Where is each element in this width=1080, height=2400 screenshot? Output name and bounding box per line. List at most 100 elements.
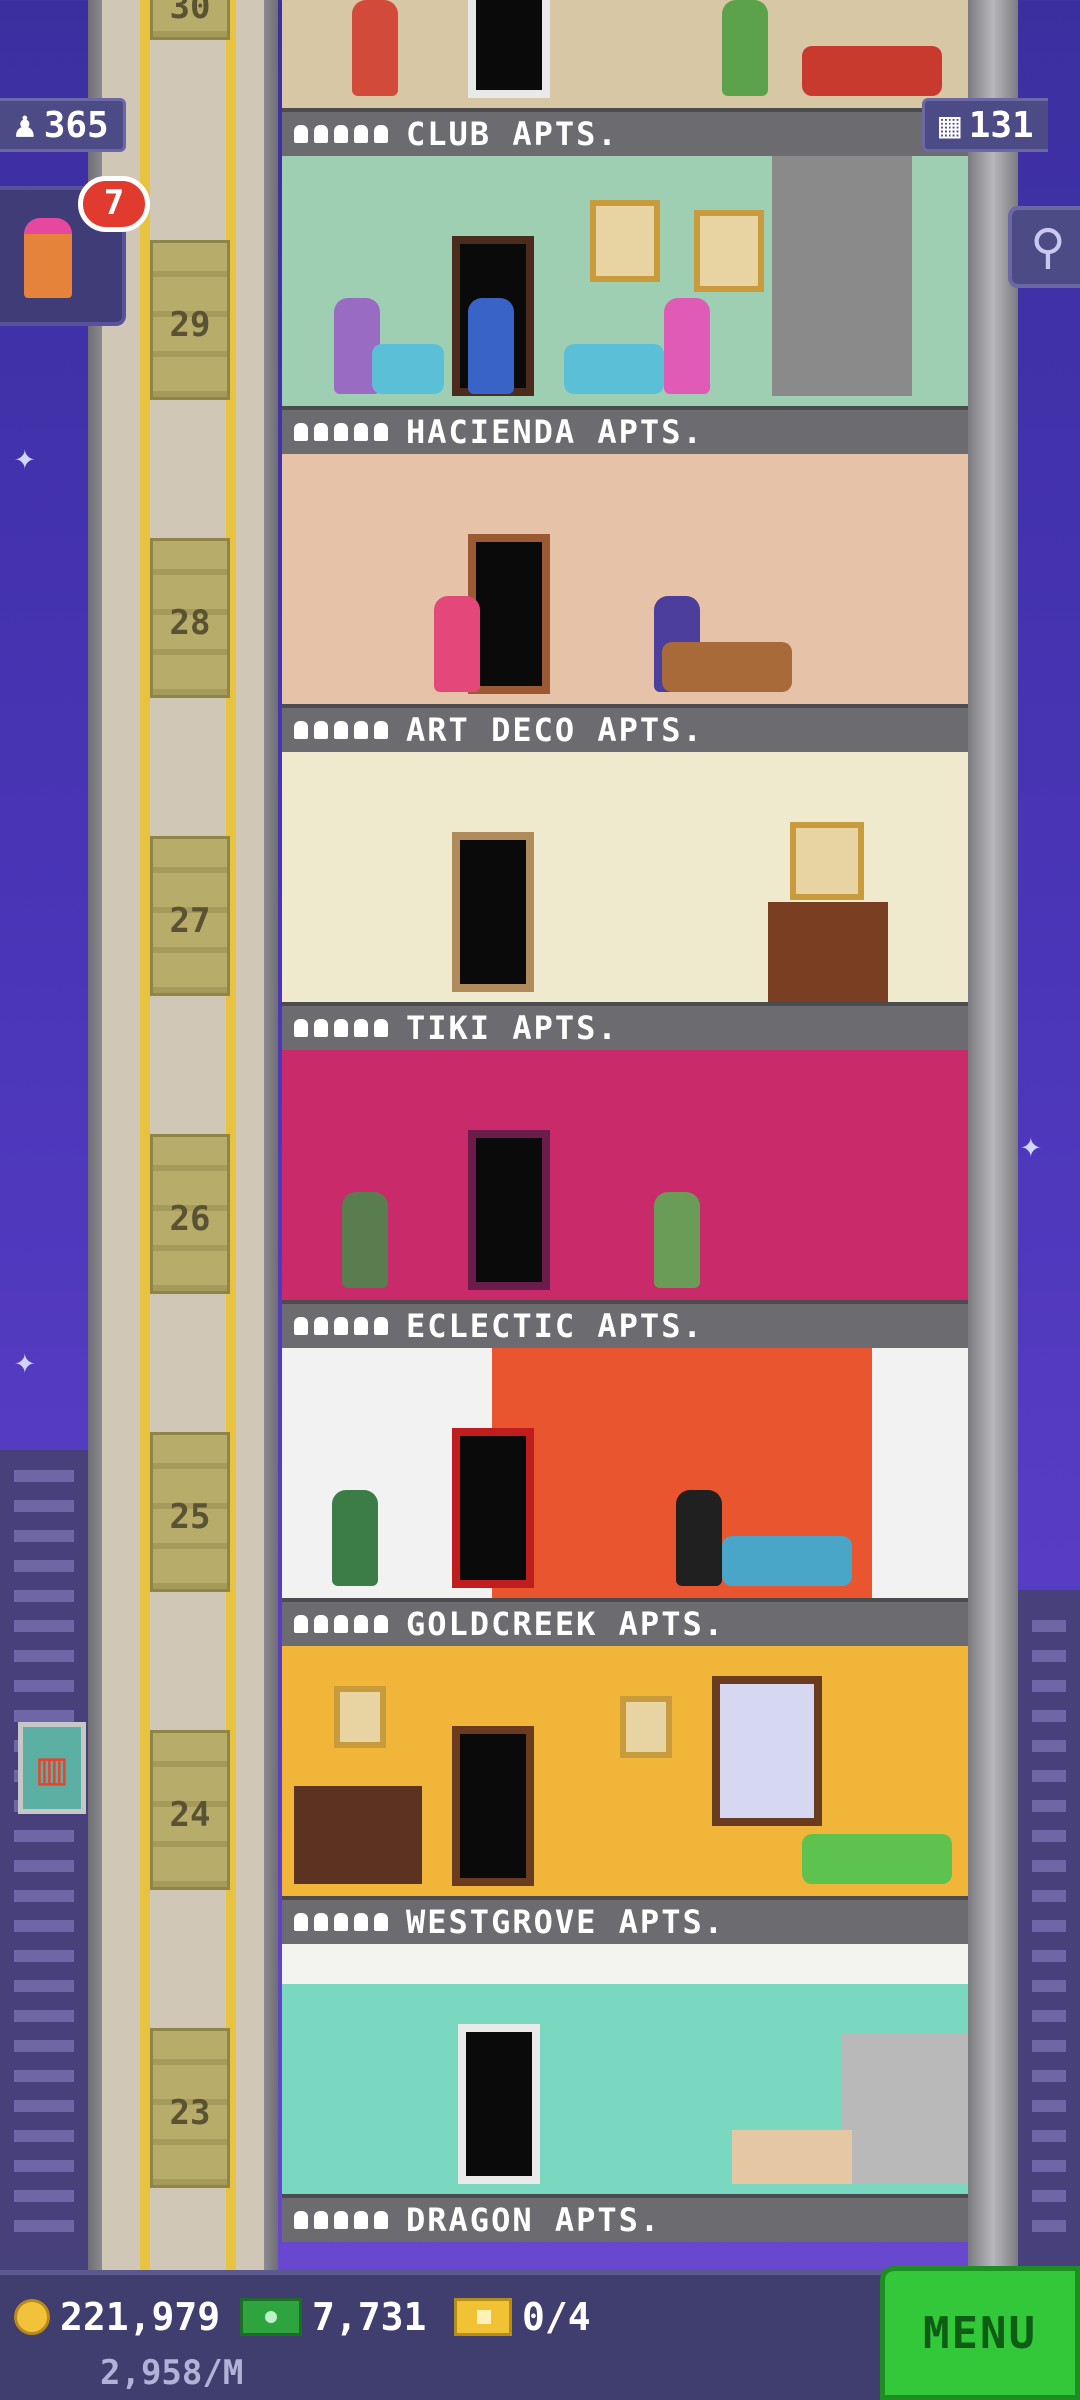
resident-sprite[interactable] <box>332 1490 378 1586</box>
background-building <box>1018 1590 1080 2270</box>
tickets-stat[interactable]: 0/4 <box>454 2295 591 2339</box>
ceiling <box>282 1944 968 1984</box>
promo-button[interactable]: ▥ <box>18 1722 86 1814</box>
tower-right-wall <box>968 0 1018 2270</box>
room-door[interactable] <box>468 534 550 694</box>
floor-24-westgrove[interactable]: WESTGROVE APTS. <box>282 1646 968 1944</box>
elevator-floor-marker: 23 <box>150 2028 230 2188</box>
floor-name: CLUB APTS. <box>406 115 619 153</box>
population-value: 365 <box>43 104 109 146</box>
resident-sprite[interactable] <box>722 0 768 96</box>
resident-sprite[interactable] <box>468 298 514 394</box>
room-interior <box>282 0 968 108</box>
room-door[interactable] <box>452 1726 534 1886</box>
occupancy-icons <box>294 1913 388 1931</box>
wall-art <box>790 822 864 900</box>
occupancy-icons <box>294 125 388 143</box>
room-door[interactable] <box>468 1130 550 1290</box>
armchair <box>372 344 444 394</box>
bux-stat[interactable]: 7,731 <box>240 2295 426 2339</box>
armchair <box>564 344 664 394</box>
room-interior <box>282 1050 968 1300</box>
room-door[interactable] <box>468 0 550 98</box>
tv-set <box>294 1786 422 1884</box>
floor-number: 25 <box>169 1497 211 1537</box>
population-counter[interactable]: ♟ 365 <box>0 98 126 152</box>
bux-value: 7,731 <box>312 2295 427 2339</box>
wall-portrait <box>694 210 764 292</box>
magnifier-icon: ⚲ <box>1030 219 1066 275</box>
floor-28-art-deco[interactable]: ART DECO APTS. <box>282 454 968 752</box>
room-interior <box>282 752 968 1002</box>
floor-27-tiki[interactable]: TIKI APTS. <box>282 752 968 1050</box>
elevator-floor-marker: 26 <box>150 1134 230 1294</box>
floor-name: ECLECTIC APTS. <box>406 1307 704 1345</box>
floor-label-bar: ART DECO APTS. <box>282 704 968 752</box>
floor-name: TIKI APTS. <box>406 1009 619 1047</box>
sofa <box>802 1834 952 1884</box>
wall-portrait <box>590 200 660 282</box>
floor-label-bar: ECLECTIC APTS. <box>282 1300 968 1348</box>
elevator-floor-marker: 24 <box>150 1730 230 1890</box>
occupancy-icons <box>294 1317 388 1335</box>
floor-name: HACIENDA APTS. <box>406 413 704 451</box>
floor-number: 30 <box>169 0 211 27</box>
elevator-rail <box>140 0 150 2270</box>
fireplace <box>768 902 888 1002</box>
room-door[interactable] <box>452 1428 534 1588</box>
floor-25-goldcreek[interactable]: GOLDCREEK APTS. <box>282 1348 968 1646</box>
elevator-floor-marker: 30 <box>150 0 230 40</box>
building-icon: ▦ <box>939 104 961 146</box>
floor-number: 24 <box>169 1795 211 1835</box>
floors-counter[interactable]: ▦ 131 <box>922 98 1048 152</box>
sofa <box>722 1536 852 1586</box>
floor-club[interactable]: CLUB APTS. <box>282 0 968 156</box>
fries-icon: ▥ <box>38 1741 66 1795</box>
floor-29-hacienda[interactable]: HACIENDA APTS. <box>282 156 968 454</box>
sky-star: ✦ <box>14 1341 36 1382</box>
sky-star: ✦ <box>1020 1125 1042 1166</box>
resident-sprite[interactable] <box>434 596 480 692</box>
elevator-floor-marker: 28 <box>150 538 230 698</box>
room-interior <box>282 1348 968 1598</box>
sofa <box>662 642 792 692</box>
room-door[interactable] <box>458 2024 540 2184</box>
person-icon: ♟ <box>14 104 36 146</box>
floor-name: ART DECO APTS. <box>406 711 704 749</box>
floor-label-bar: DRAGON APTS. <box>282 2194 968 2242</box>
resident-sprite[interactable] <box>676 1490 722 1586</box>
floor-23-dragon[interactable]: DRAGON APTS. <box>282 1944 968 2242</box>
resident-sprite[interactable] <box>654 1192 700 1288</box>
resident-sprite[interactable] <box>342 1192 388 1288</box>
floor-label-bar: GOLDCREEK APTS. <box>282 1598 968 1646</box>
resident-sprite[interactable] <box>664 298 710 394</box>
floor-number: 23 <box>169 2093 211 2133</box>
room-interior <box>282 454 968 704</box>
occupancy-icons <box>294 423 388 441</box>
coins-value: 221,979 <box>60 2295 221 2339</box>
search-button[interactable]: ⚲ <box>1008 206 1080 288</box>
kitchen-cabinets <box>842 2034 968 2184</box>
coins-stat[interactable]: 221,979 <box>14 2295 220 2339</box>
floors-value: 131 <box>968 104 1034 146</box>
wall-portrait <box>620 1696 672 1758</box>
resident-sprite[interactable] <box>352 0 398 96</box>
floor-26-eclectic[interactable]: ECLECTIC APTS. <box>282 1050 968 1348</box>
room-interior <box>282 156 968 406</box>
tower-bux-icon <box>240 2298 302 2336</box>
white-wall-section <box>872 1348 968 1598</box>
room-interior <box>282 1944 968 2194</box>
floor-name: WESTGROVE APTS. <box>406 1903 725 1941</box>
room-door[interactable] <box>452 832 534 992</box>
visitor-count-badge: 7 <box>78 176 150 232</box>
elevator-floor-marker: 29 <box>150 240 230 400</box>
elevator-floor-marker: 25 <box>150 1432 230 1592</box>
coin-rate: 2,958/M <box>100 2353 244 2393</box>
occupancy-icons <box>294 2211 388 2229</box>
occupancy-icons <box>294 1019 388 1037</box>
window <box>712 1676 822 1826</box>
menu-button[interactable]: MENU <box>880 2266 1080 2400</box>
floor-name: GOLDCREEK APTS. <box>406 1605 725 1643</box>
ticket-icon <box>454 2298 512 2336</box>
floor-number: 27 <box>169 901 211 941</box>
